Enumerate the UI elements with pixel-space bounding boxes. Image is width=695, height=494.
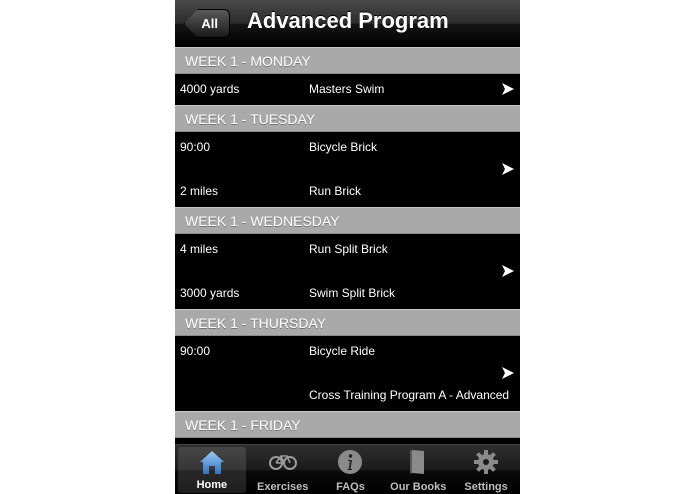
- tab-settings[interactable]: Settings: [452, 445, 520, 494]
- bicycle-icon: [268, 455, 297, 470]
- tab-our-books[interactable]: Our Books: [384, 445, 452, 494]
- disclosure-arrow-icon: [502, 367, 514, 379]
- row-amount: 90:00: [180, 344, 211, 358]
- book-icon: [410, 450, 425, 474]
- home-icon: [199, 451, 224, 474]
- tab-label: Our Books: [390, 481, 447, 493]
- day-row-monday[interactable]: 4000 yards Masters Swim: [175, 74, 520, 105]
- phone-screen: All Advanced Program WEEK 1 - MONDAY 400…: [175, 0, 520, 494]
- tab-label: Settings: [464, 481, 508, 493]
- row-amount: 90:00: [180, 140, 211, 154]
- row-amount: 4 miles: [180, 242, 219, 256]
- row-workout: Bicycle Ride: [309, 344, 376, 358]
- tab-label: Exercises: [256, 481, 309, 493]
- disclosure-arrow-icon: [502, 265, 514, 277]
- disclosure-arrow-icon: [502, 163, 514, 175]
- tab-exercises[interactable]: Exercises: [249, 445, 317, 494]
- disclosure-arrow-icon: [502, 83, 514, 95]
- program-list: WEEK 1 - MONDAY 4000 yards Masters Swim …: [175, 47, 520, 438]
- row-amount: 3000 yards: [180, 286, 240, 300]
- row-workout: Run Brick: [309, 184, 362, 198]
- tab-label: FAQs: [336, 481, 365, 493]
- section-header-friday: WEEK 1 - FRIDAY: [175, 411, 520, 438]
- back-button[interactable]: All: [184, 9, 230, 38]
- row-workout: Masters Swim: [309, 82, 385, 96]
- tab-label: Home: [196, 479, 228, 491]
- gear-icon: [474, 450, 499, 474]
- tab-faqs[interactable]: FAQs: [317, 445, 385, 494]
- row-amount: 4000 yards: [180, 82, 240, 96]
- section-header-thursday: WEEK 1 - THURSDAY: [175, 309, 520, 336]
- day-row-tuesday[interactable]: 90:00 Bicycle Brick 2 miles Run Brick: [175, 132, 520, 207]
- row-workout: Swim Split Brick: [309, 286, 396, 300]
- nav-bar: All Advanced Program: [175, 0, 520, 48]
- info-icon: [338, 450, 363, 474]
- tab-home[interactable]: Home: [178, 447, 246, 493]
- tab-bar: Home Exercises FAQs Our Books Settings: [175, 444, 520, 494]
- row-workout: Run Split Brick: [309, 242, 388, 256]
- row-workout: Bicycle Brick: [309, 140, 378, 154]
- page-title: Advanced Program: [247, 8, 449, 33]
- section-header-monday: WEEK 1 - MONDAY: [175, 47, 520, 74]
- day-row-wednesday[interactable]: 4 miles Run Split Brick 3000 yards Swim …: [175, 234, 520, 309]
- row-amount: 2 miles: [180, 184, 219, 198]
- day-row-thursday[interactable]: 90:00 Bicycle Ride Cross Training Progra…: [175, 336, 520, 411]
- row-workout: Cross Training Program A - Advanced: [309, 388, 510, 402]
- section-header-tuesday: WEEK 1 - TUESDAY: [175, 105, 520, 132]
- section-header-wednesday: WEEK 1 - WEDNESDAY: [175, 207, 520, 234]
